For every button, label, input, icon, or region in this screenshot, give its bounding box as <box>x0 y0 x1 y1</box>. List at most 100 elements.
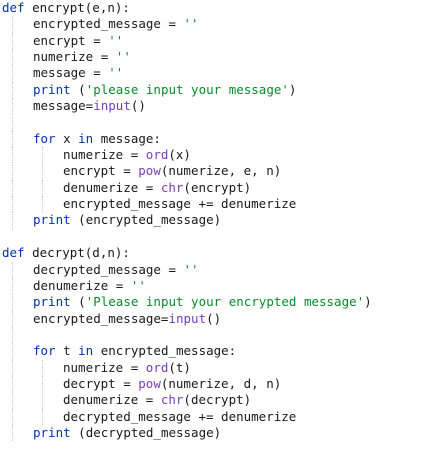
code-line[interactable]: denumerize = chr(encrypt) <box>0 179 428 197</box>
code-line[interactable]: numerize = '' <box>0 49 428 66</box>
code-editor[interactable]: def encrypt(e,n): encrypted_message = '' e… <box>0 0 428 461</box>
code-token: (decrypted_message) <box>70 424 222 440</box>
indent-guide <box>42 375 43 393</box>
code-line[interactable]: decrypted_message += denumerize <box>0 408 428 425</box>
code-text: print (decrypted_message) <box>33 425 221 441</box>
indent-guide <box>42 392 43 409</box>
code-token: message= <box>33 98 94 114</box>
code-line[interactable]: def decrypt(d,n): <box>0 245 428 261</box>
code-token: encrypted_message: <box>93 343 237 359</box>
string-token: 'please input your message' <box>85 81 289 97</box>
code-token: (x) <box>168 147 191 163</box>
code-token: (t) <box>168 359 191 375</box>
indent-guide <box>42 196 43 213</box>
string-token: '' <box>183 261 199 277</box>
indent-guide <box>12 408 13 425</box>
indent-guide <box>12 147 13 164</box>
code-line[interactable]: for t in encrypted_message: <box>0 343 428 360</box>
indent-guide <box>12 98 13 115</box>
code-token: encrypted_message += denumerize <box>63 196 297 212</box>
indent-guide <box>42 163 43 180</box>
code-line[interactable] <box>0 114 428 131</box>
keyword-token: in <box>78 343 94 359</box>
code-line[interactable]: print ('Please input your encrypted mess… <box>0 294 428 311</box>
code-line[interactable]: denumerize = chr(decrypt) <box>0 392 428 409</box>
indent-guide <box>12 424 13 442</box>
code-line[interactable]: message = '' <box>0 65 428 82</box>
keyword-token: in <box>78 130 94 146</box>
code-line[interactable]: message=input() <box>0 98 428 115</box>
indent-guide <box>12 81 13 99</box>
string-token: '' <box>130 277 146 293</box>
code-text: print ('please input your message') <box>33 82 296 98</box>
code-token: denumerize = <box>63 392 161 408</box>
code-token: (decrypt) <box>183 392 252 408</box>
code-token: ) <box>288 81 297 97</box>
keyword-token: def <box>2 0 25 15</box>
indent-guide <box>12 294 13 311</box>
code-token: () <box>206 310 222 326</box>
code-line[interactable]: denumerize = '' <box>0 277 428 295</box>
indent-guide <box>12 343 13 360</box>
indent-guide <box>42 359 43 376</box>
code-line[interactable]: numerize = ord(t) <box>0 359 428 376</box>
code-token: (numerize, e, n) <box>160 163 282 179</box>
indent-guide <box>12 65 13 82</box>
keyword-token: for <box>33 343 56 359</box>
code-text: print (encrypted_message) <box>33 212 221 228</box>
indent-guide <box>12 261 13 278</box>
code-token: decrypted_message = <box>33 261 184 277</box>
indent-guide <box>12 130 13 148</box>
code-text: numerize = ord(t) <box>63 360 191 376</box>
code-text: numerize = '' <box>33 49 131 65</box>
code-line[interactable]: encrypted_message = '' <box>0 16 428 33</box>
code-line[interactable]: encrypted_message += denumerize <box>0 196 428 213</box>
code-line[interactable]: numerize = ord(x) <box>0 147 428 164</box>
code-line[interactable]: encrypted_message=input() <box>0 310 428 327</box>
keyword-token: def <box>2 245 25 261</box>
indent-guide <box>12 326 13 344</box>
code-text: for x in message: <box>33 131 161 147</box>
code-token: ( <box>70 81 86 97</box>
code-token: (numerize, d, n) <box>160 375 282 391</box>
keyword-token: for <box>33 130 56 146</box>
code-line[interactable]: decrypt = pow(numerize, d, n) <box>0 375 428 393</box>
code-text: encrypted_message = '' <box>33 16 199 32</box>
code-text: encrypt = '' <box>33 33 123 49</box>
code-line[interactable]: encrypt = '' <box>0 32 428 50</box>
indent-guide <box>12 392 13 409</box>
code-line[interactable] <box>0 326 428 344</box>
code-line[interactable]: print (encrypted_message) <box>0 212 428 229</box>
code-token: ) <box>364 294 372 310</box>
code-token: x <box>55 130 79 146</box>
indent-guide <box>12 196 13 213</box>
code-line[interactable]: encrypt = pow(numerize, e, n) <box>0 163 428 180</box>
string-token: '' <box>108 32 124 48</box>
code-token: (encrypt) <box>183 179 252 195</box>
code-text: message = '' <box>33 65 123 81</box>
builtin-token: ord <box>145 359 169 375</box>
code-line[interactable]: for x in message: <box>0 130 428 148</box>
indent-guide <box>12 163 13 180</box>
builtin-token: pow <box>138 163 161 179</box>
code-text: decrypted_message = '' <box>33 262 199 278</box>
code-token: t <box>55 343 79 359</box>
code-text: decrypt = pow(numerize, d, n) <box>63 376 281 392</box>
builtin-token: chr <box>160 392 184 408</box>
code-line[interactable]: print (decrypted_message) <box>0 424 428 442</box>
code-line[interactable] <box>0 229 428 245</box>
code-text: denumerize = '' <box>33 278 146 294</box>
code-token: encrypted_message = <box>33 16 184 32</box>
code-token: encrypt(e,n): <box>24 0 130 15</box>
indent-guide <box>12 212 13 229</box>
code-line[interactable]: print ('please input your message') <box>0 81 428 99</box>
code-text: denumerize = chr(encrypt) <box>63 180 251 196</box>
code-token: message = <box>33 65 109 81</box>
code-line[interactable]: def encrypt(e,n): <box>0 0 428 16</box>
builtin-token: chr <box>160 179 184 195</box>
code-token: () <box>130 98 146 114</box>
builtin-token: input <box>93 98 131 114</box>
keyword-token: print <box>33 424 71 440</box>
code-line[interactable]: decrypted_message = '' <box>0 261 428 278</box>
code-token: decrypt(d,n): <box>24 245 130 261</box>
